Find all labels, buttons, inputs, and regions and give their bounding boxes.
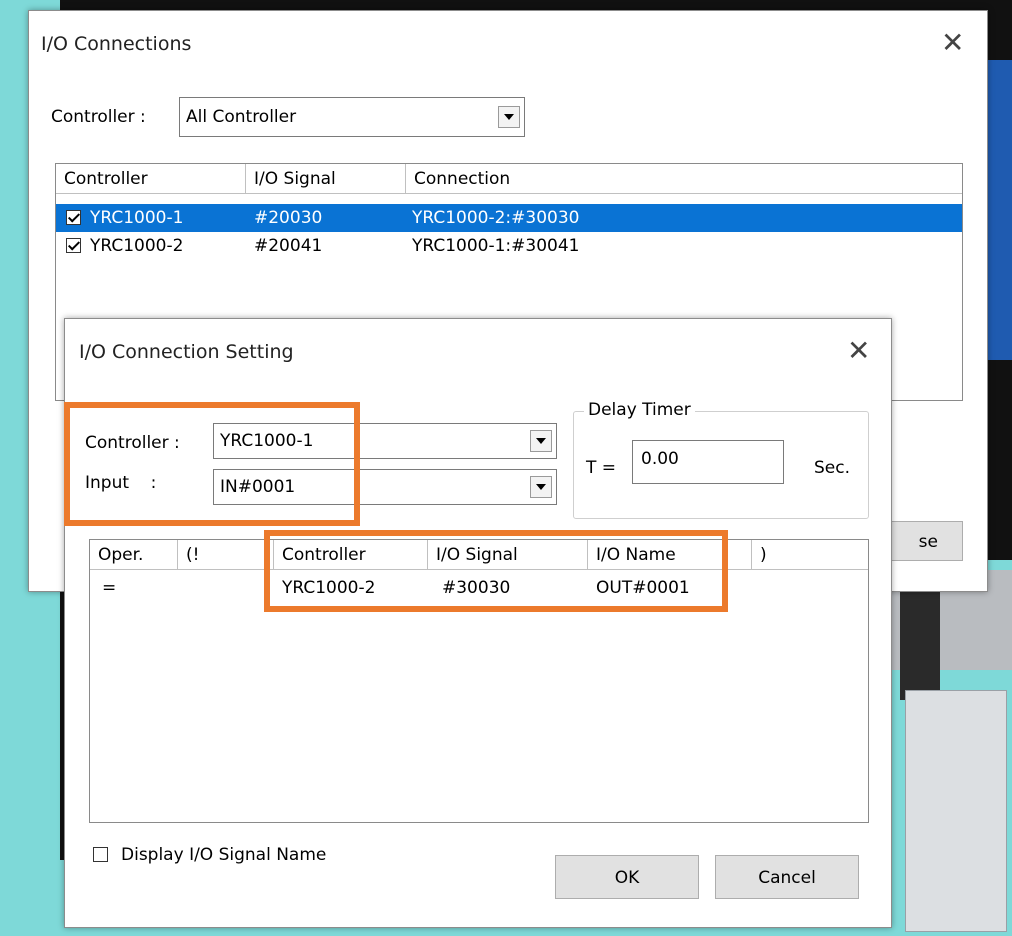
delay-timer-value: 0.00	[641, 449, 679, 469]
column-header-controller[interactable]: Controller	[56, 164, 246, 194]
column-header-io-signal[interactable]: I/O Signal	[246, 164, 406, 194]
row-signal: #20041	[254, 236, 323, 256]
column-header-io-signal[interactable]: I/O Signal	[428, 540, 588, 570]
window-title: I/O Connections	[41, 33, 192, 55]
row-connection: YRC1000-2:#30030	[412, 208, 580, 228]
input-dropdown[interactable]: IN#0001	[213, 469, 557, 505]
column-header-close-paren[interactable]: )	[752, 540, 868, 570]
io-connection-setting-dialog: I/O Connection Setting ✕ Controller : YR…	[64, 318, 892, 928]
cancel-button-label: Cancel	[758, 868, 816, 888]
row-controller: YRC1000-2	[90, 236, 184, 256]
delay-timer-label: Delay Timer	[584, 400, 695, 420]
t-label: T =	[586, 458, 617, 478]
delay-timer-input[interactable]: 0.00	[632, 440, 784, 484]
input-value: IN#0001	[220, 477, 296, 497]
display-signal-name-label: Display I/O Signal Name	[121, 845, 327, 865]
check-icon[interactable]	[66, 238, 81, 253]
display-signal-name-checkbox[interactable]	[93, 847, 108, 862]
controller-dropdown[interactable]: YRC1000-1	[213, 423, 557, 459]
ok-button-label: OK	[614, 868, 640, 888]
controller-value: YRC1000-1	[220, 431, 314, 451]
column-header-not[interactable]: (!	[178, 540, 274, 570]
chevron-down-icon[interactable]	[498, 106, 520, 128]
row-controller: YRC1000-2	[282, 578, 376, 598]
chevron-down-icon[interactable]	[530, 430, 552, 452]
row-signal: #20030	[254, 208, 323, 228]
sec-unit-label: Sec.	[814, 458, 851, 478]
column-header-oper[interactable]: Oper.	[90, 540, 178, 570]
table-row[interactable]: YRC1000-1 #20030 YRC1000-2:#30030	[56, 204, 962, 232]
input-label: Input :	[85, 473, 157, 493]
row-controller: YRC1000-1	[90, 208, 184, 228]
controller-label: Controller :	[85, 433, 180, 453]
row-connection: YRC1000-1:#30041	[412, 236, 580, 256]
column-header-io-name[interactable]: I/O Name	[588, 540, 752, 570]
row-io-name: OUT#0001	[596, 578, 690, 598]
row-oper: =	[102, 578, 117, 598]
check-icon[interactable]	[66, 210, 81, 225]
cancel-button[interactable]: Cancel	[715, 855, 859, 899]
column-header-controller[interactable]: Controller	[274, 540, 428, 570]
scene-machine	[905, 690, 1007, 932]
controller-value: All Controller	[186, 107, 297, 127]
row-signal: #30030	[442, 578, 511, 598]
table-row[interactable]: YRC1000-2 #20041 YRC1000-1:#30041	[56, 232, 962, 260]
close-button-label: se	[918, 532, 938, 552]
controller-dropdown[interactable]: All Controller	[179, 97, 525, 137]
table-row[interactable]: = YRC1000-2 #30030 OUT#0001	[90, 574, 868, 602]
close-icon[interactable]: ✕	[941, 29, 964, 57]
dialog-title: I/O Connection Setting	[79, 341, 294, 363]
controller-label: Controller :	[51, 107, 146, 127]
close-icon[interactable]: ✕	[847, 337, 870, 365]
scene-fixture	[900, 580, 940, 700]
chevron-down-icon[interactable]	[530, 476, 552, 498]
ok-button[interactable]: OK	[555, 855, 699, 899]
delay-timer-group: Delay Timer T = 0.00 Sec.	[573, 400, 869, 519]
column-header-connection[interactable]: Connection	[406, 164, 962, 194]
condition-list[interactable]: Oper. (! Controller I/O Signal I/O Name …	[89, 539, 869, 823]
